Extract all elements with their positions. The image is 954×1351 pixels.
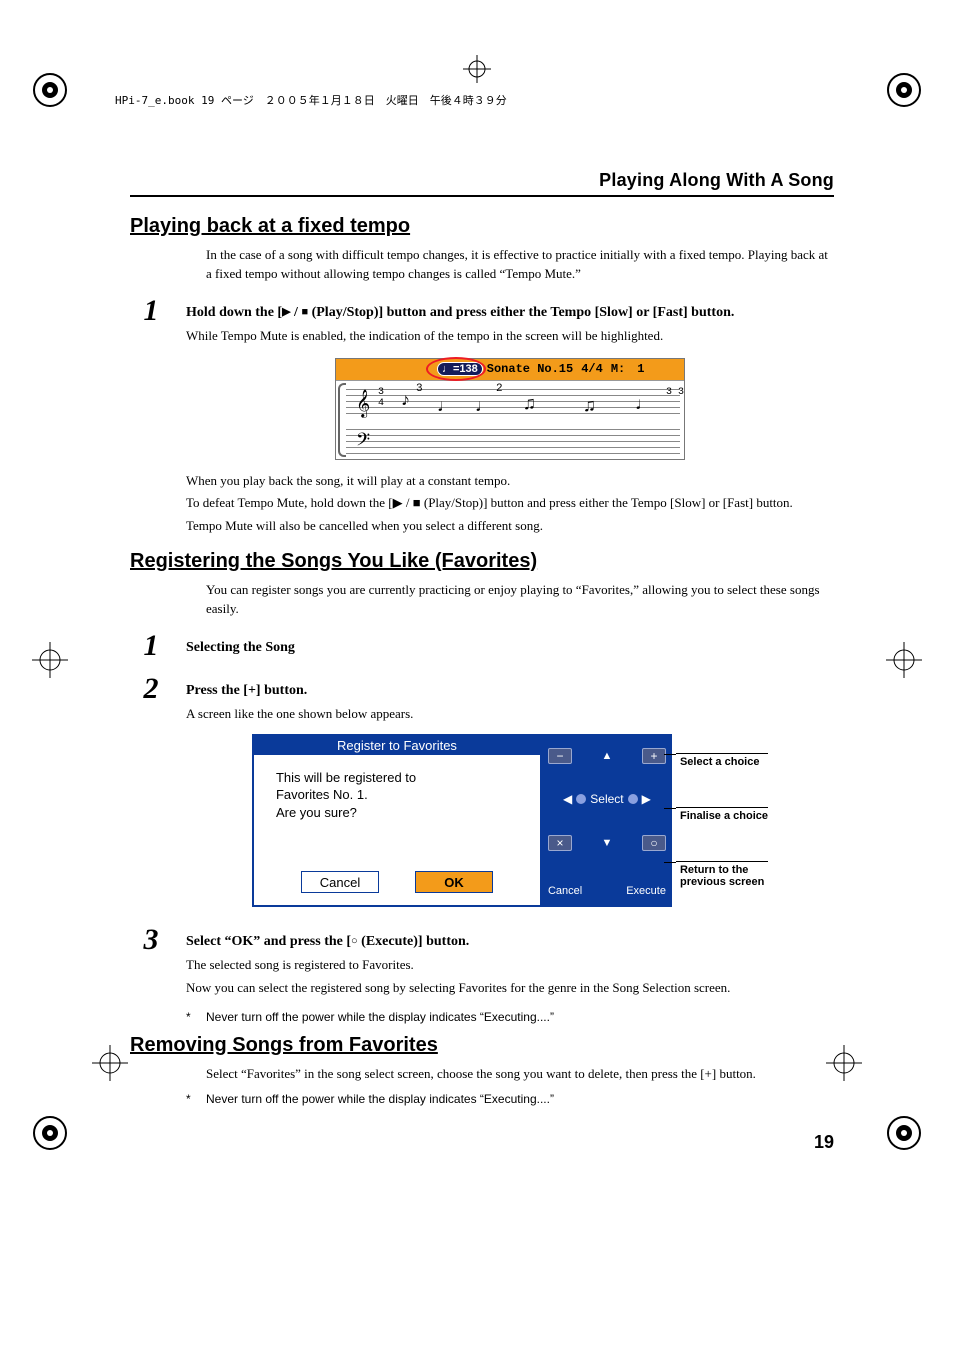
x-button[interactable]: × xyxy=(548,835,572,851)
song-name: Sonate No.15 xyxy=(487,362,573,376)
asterisk-icon: * xyxy=(186,1092,206,1106)
tempo-after2: To defeat Tempo Mute, hold down the [▶ /… xyxy=(186,494,834,513)
measure-value: 1 xyxy=(637,362,644,376)
asterisk-icon: * xyxy=(186,1010,206,1024)
step-number-1: 1 xyxy=(130,631,186,661)
figure-favorites-dialog: Register to Favorites This will be regis… xyxy=(186,734,834,908)
remove-body: Select “Favorites” in the song select sc… xyxy=(206,1065,834,1084)
play-icon: ▶ xyxy=(282,306,290,318)
time-signature: 4/4 xyxy=(581,362,603,376)
minus-button[interactable]: − xyxy=(548,748,572,764)
fav-step1: Selecting the Song xyxy=(186,637,834,658)
tempo-after3: Tempo Mute will also be cancelled when y… xyxy=(186,517,834,536)
fav-step2-body: A screen like the one shown below appear… xyxy=(186,705,834,724)
tempo-step1-title: Hold down the [▶ / ■ (Play/Stop)] button… xyxy=(186,302,834,323)
measure-label: M: xyxy=(611,362,625,376)
stop-icon: ■ xyxy=(413,495,421,510)
ok-button[interactable]: OK xyxy=(415,871,493,893)
tempo-after1: When you play back the song, it will pla… xyxy=(186,472,834,491)
page-number: 19 xyxy=(130,1132,834,1153)
play-icon: ▶ xyxy=(393,495,403,510)
dialog-title: Register to Favorites xyxy=(254,736,540,755)
callout-finalise: Finalise a choice xyxy=(676,807,768,822)
figure-tempo-screen: ♩=138 Sonate No.15 4/4 M: 1 𝄞 xyxy=(335,358,685,460)
fav-intro: You can register songs you are currently… xyxy=(206,581,834,619)
select-label: Select xyxy=(590,792,623,806)
down-arrow-icon: ▼ xyxy=(602,837,613,849)
step-number-2: 2 xyxy=(130,674,186,704)
circle-icon: ○ xyxy=(351,935,358,947)
remove-note: Never turn off the power while the displ… xyxy=(206,1092,554,1106)
dialog-line3: Are you sure? xyxy=(276,804,524,822)
music-notes-icon: 𝄞 𝄢 34 ♪ ♩ ♩ ♫ ♫ ♩ 3 3 2 3 xyxy=(356,381,678,459)
section-remove-title: Removing Songs from Favorites xyxy=(130,1034,834,1057)
tempo-intro: In the case of a song with difficult tem… xyxy=(206,246,834,284)
nav-pad-illustration: − ▲ + ◀ Select ▶ × ▼ ○ xyxy=(542,734,672,908)
dialog-line2: Favorites No. 1. xyxy=(276,786,524,804)
tempo-step1-body: While Tempo Mute is enabled, the indicat… xyxy=(186,327,834,346)
fav-step3-title: Select “OK” and press the [○ (Execute)] … xyxy=(186,931,834,952)
plus-button[interactable]: + xyxy=(642,748,666,764)
chapter-title: Playing Along With A Song xyxy=(130,170,834,197)
tempo-badge: ♩=138 xyxy=(437,362,483,376)
step-number-3: 3 xyxy=(130,925,186,955)
cancel-button[interactable]: Cancel xyxy=(301,871,379,893)
select-dot-icon xyxy=(576,794,586,804)
nav-execute-label: Execute xyxy=(626,885,666,897)
fav-step2-title: Press the [+] button. xyxy=(186,680,834,701)
nav-cancel-label: Cancel xyxy=(548,885,582,897)
up-arrow-icon: ▲ xyxy=(602,750,613,762)
fav-step3-body1: The selected song is registered to Favor… xyxy=(186,956,834,975)
callout-return: Return to the previous screen xyxy=(676,861,768,888)
left-arrow-icon: ◀ xyxy=(563,792,572,806)
fav-note: Never turn off the power while the displ… xyxy=(206,1010,554,1024)
section-tempo-title: Playing back at a fixed tempo xyxy=(130,215,834,238)
fav-step3-body2: Now you can select the registered song b… xyxy=(186,979,834,998)
dialog-line1: This will be registered to xyxy=(276,769,524,787)
right-arrow-icon: ▶ xyxy=(642,792,651,806)
step-number-1: 1 xyxy=(130,296,186,326)
select-dot-icon xyxy=(628,794,638,804)
section-favorites-title: Registering the Songs You Like (Favorite… xyxy=(130,550,834,573)
callout-select: Select a choice xyxy=(676,753,768,768)
o-button[interactable]: ○ xyxy=(642,835,666,851)
